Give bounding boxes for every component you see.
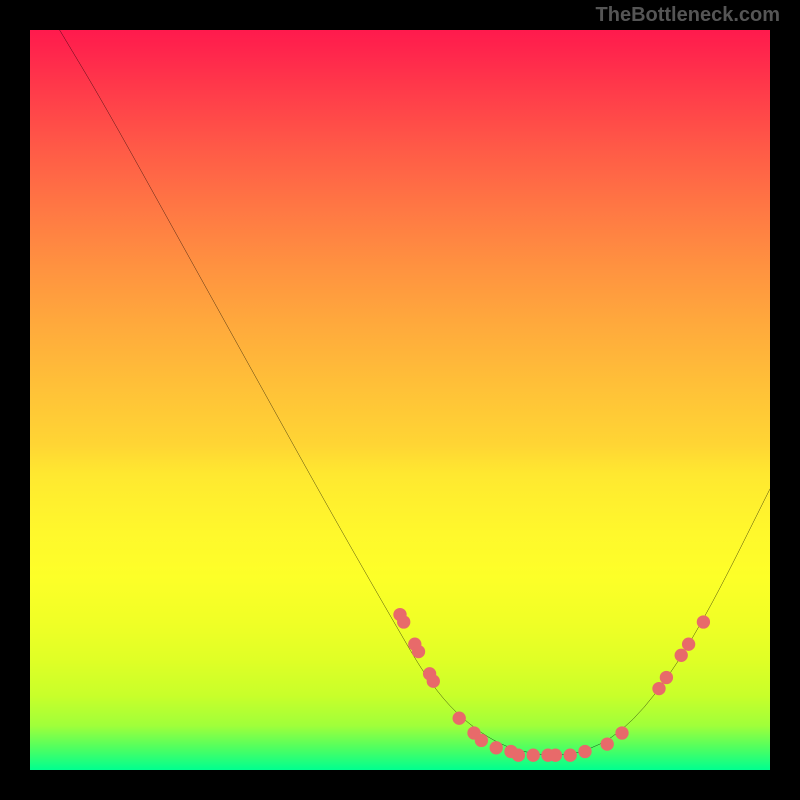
markers-group	[393, 608, 710, 762]
data-marker	[675, 649, 688, 662]
data-marker	[682, 638, 695, 651]
data-marker	[453, 712, 466, 725]
data-marker	[660, 671, 673, 684]
chart-svg	[30, 30, 770, 770]
data-marker	[601, 737, 614, 750]
data-marker	[427, 675, 440, 688]
data-marker	[615, 726, 628, 739]
data-marker	[397, 615, 410, 628]
data-marker	[578, 745, 591, 758]
plot-area	[30, 30, 770, 770]
data-marker	[697, 615, 710, 628]
data-marker	[564, 749, 577, 762]
chart-container: TheBottleneck.com	[0, 0, 800, 800]
data-marker	[512, 749, 525, 762]
data-marker	[490, 741, 503, 754]
data-marker	[527, 749, 540, 762]
watermark-text: TheBottleneck.com	[596, 4, 780, 27]
data-marker	[475, 734, 488, 747]
data-marker	[549, 749, 562, 762]
data-marker	[412, 645, 425, 658]
data-marker	[652, 682, 665, 695]
